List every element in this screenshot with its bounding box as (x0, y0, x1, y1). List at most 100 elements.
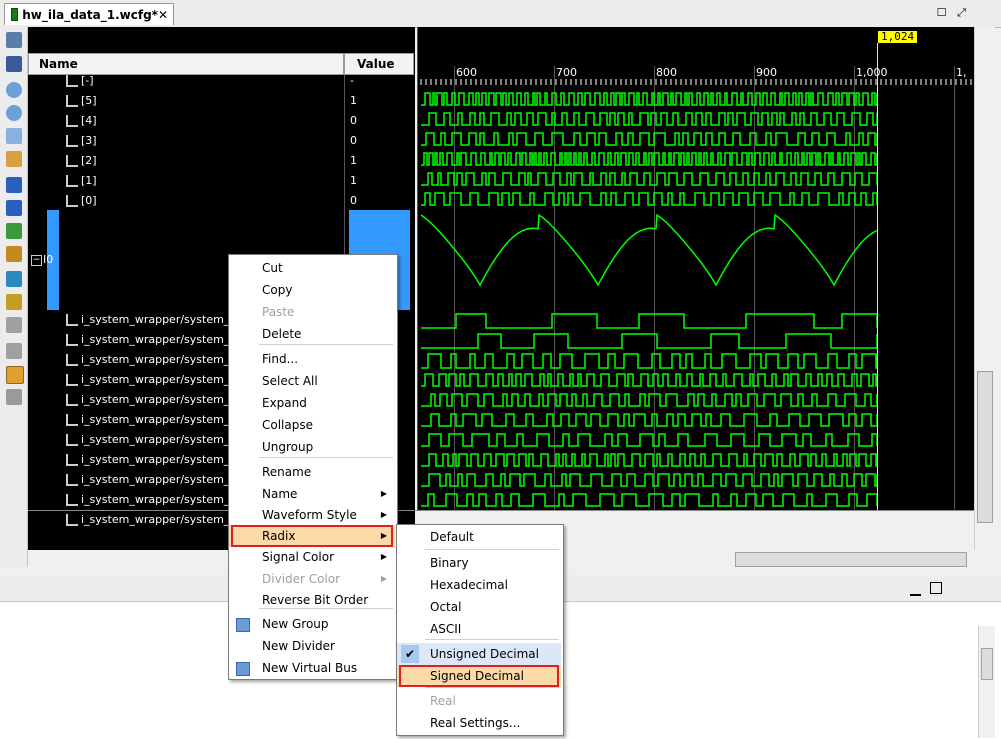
float-ruler-icon[interactable] (6, 389, 22, 405)
probe-signal-row[interactable]: i_system_wrapper/system_i/ila (66, 491, 249, 509)
restore-icon[interactable]: ☐ (935, 6, 948, 19)
bus-bit-row[interactable]: [3] (66, 132, 97, 150)
group-collapse-toggle[interactable]: − (31, 255, 42, 266)
next-transition-icon[interactable] (6, 246, 22, 262)
virtual-bus-icon (236, 662, 250, 676)
submenu-arrow-icon: ▶ (380, 574, 387, 583)
context-menu: Cut Copy Paste Delete Find... Select All Expan… (228, 254, 398, 680)
bus-bit-label: [5] (81, 94, 97, 107)
menu-item-expand[interactable]: Expand (229, 392, 395, 414)
menu-item-new-divider[interactable]: New Divider (229, 635, 395, 657)
zoom-fit-icon[interactable] (6, 128, 22, 144)
bus-bit-value: - (350, 74, 354, 87)
import-icon[interactable] (6, 32, 22, 48)
radix-highlight-box (231, 525, 393, 547)
probe-signal-row[interactable]: i_system_wrapper/system_i/ila (66, 331, 249, 349)
menu-item-collapse[interactable]: Collapse (229, 414, 395, 436)
go-last-icon[interactable] (6, 200, 22, 216)
probe-signal-row[interactable]: i_system_wrapper/system_i/ila (66, 511, 249, 529)
digital-trace (421, 413, 878, 427)
bus-bit-row[interactable]: [4] (66, 112, 97, 130)
probe-signal-row[interactable]: i_system_wrapper/system_i/ila (66, 391, 249, 409)
bus-bit-row[interactable]: [2] (66, 152, 97, 170)
probe-signal-label: i_system_wrapper/system_i/ila (81, 493, 249, 506)
menu-separator (425, 687, 559, 688)
zoom-out-icon[interactable] (6, 105, 22, 121)
horizontal-scroll-thumb[interactable] (735, 552, 967, 567)
waveform-vertical-scrollbar[interactable] (974, 27, 995, 550)
lower-vertical-scrollbar[interactable] (978, 626, 995, 738)
probe-signal-row[interactable]: i_system_wrapper/system_i/ila (66, 311, 249, 329)
vertical-scroll-thumb[interactable] (977, 371, 993, 523)
save-icon[interactable] (6, 56, 22, 72)
probe-signal-row[interactable]: i_system_wrapper/system_i/ila (66, 371, 249, 389)
lower-restore-icon[interactable] (930, 582, 942, 594)
menu-item-new-group[interactable]: New Group (229, 613, 395, 635)
waveform-file-icon (11, 8, 19, 21)
digital-trace (421, 192, 878, 206)
probe-signal-row[interactable]: i_system_wrapper/system_i/ila (66, 471, 249, 489)
add-marker-icon[interactable] (6, 271, 22, 287)
radix-item-unsigned-decimal[interactable]: Unsigned Decimal ✔ (397, 643, 561, 665)
probe-signal-row[interactable]: i_system_wrapper/system_i/ila (66, 431, 249, 449)
tab-close-icon[interactable]: ✕ (158, 8, 168, 22)
go-first-icon[interactable] (6, 177, 22, 193)
bus-bit-row[interactable]: [5] (66, 92, 97, 110)
radix-submenu: Default Binary Hexadecimal Octal ASCII Unsign… (396, 524, 564, 736)
value-column-header[interactable]: Value (344, 53, 414, 75)
zoom-cursor-icon[interactable] (6, 151, 22, 167)
menu-item-ungroup[interactable]: Ungroup (229, 436, 395, 458)
probe-signal-label: i_system_wrapper/system_i/ila (81, 313, 249, 326)
menu-item-label: Ungroup (262, 440, 314, 454)
bus-bit-label: [1] (81, 174, 97, 187)
bus-bit-row[interactable]: [0] (66, 192, 97, 210)
menu-item-copy[interactable]: Copy (229, 279, 395, 301)
snap-icon[interactable] (6, 366, 24, 384)
radix-item-binary[interactable]: Binary (397, 552, 561, 574)
swap-cursors-icon[interactable] (6, 343, 22, 359)
menu-item-label: Real (430, 694, 456, 708)
analog-group-label[interactable]: I0 (43, 253, 53, 266)
lower-scroll-thumb[interactable] (981, 648, 993, 680)
main-cursor[interactable] (877, 43, 878, 510)
menu-item-radix[interactable]: Radix ▶ (229, 525, 395, 547)
menu-item-new-virtual-bus[interactable]: New Virtual Bus (229, 657, 395, 679)
bit-signal-icon (66, 155, 78, 167)
bus-bit-row[interactable]: [1] (66, 172, 97, 190)
menu-item-find[interactable]: Find... (229, 348, 395, 370)
menu-item-delete[interactable]: Delete (229, 323, 395, 345)
zoom-in-icon[interactable] (6, 82, 22, 98)
probe-signal-row[interactable]: i_system_wrapper/system_i/ila (66, 411, 249, 429)
bus-bit-value: 1 (350, 154, 357, 167)
menu-item-cut[interactable]: Cut (229, 257, 395, 279)
tab-title: hw_ila_data_1.wcfg* (22, 7, 158, 22)
menu-item-select-all[interactable]: Select All (229, 370, 395, 392)
waveform-traces (420, 79, 972, 507)
radix-item-ascii[interactable]: ASCII (397, 618, 561, 640)
radix-item-real-settings[interactable]: Real Settings... (397, 712, 561, 734)
maximize-icon[interactable]: ⤢ (955, 6, 968, 19)
menu-item-reverse-bit-order[interactable]: Reverse Bit Order (229, 589, 395, 611)
probe-signal-icon (66, 354, 78, 366)
radix-item-default[interactable]: Default (397, 526, 561, 548)
menu-item-label: Reverse Bit Order (262, 593, 369, 607)
tab-waveform-config[interactable]: hw_ila_data_1.wcfg* ✕ (4, 3, 174, 25)
menu-item-label: New Group (262, 617, 329, 631)
radix-item-signed-decimal[interactable]: Signed Decimal (397, 665, 561, 687)
new-group-icon (236, 618, 250, 632)
prev-marker-icon[interactable] (6, 294, 22, 310)
probe-signal-row[interactable]: i_system_wrapper/system_i/ila (66, 451, 249, 469)
menu-item-signal-color[interactable]: Signal Color ▶ (229, 546, 395, 568)
bus-bit-row[interactable]: [-] (66, 72, 94, 90)
menu-item-name[interactable]: Name ▶ (229, 483, 395, 505)
minimize-icon[interactable] (910, 583, 921, 596)
next-marker-icon[interactable] (6, 317, 22, 333)
prev-transition-icon[interactable] (6, 223, 22, 239)
pane-menu-icon[interactable] (975, 6, 988, 19)
probe-signal-row[interactable]: i_system_wrapper/system_i/ila (66, 351, 249, 369)
menu-item-rename[interactable]: Rename (229, 461, 395, 483)
radix-item-hexadecimal[interactable]: Hexadecimal (397, 574, 561, 596)
menu-item-waveform-style[interactable]: Waveform Style ▶ (229, 504, 395, 526)
probe-signal-icon (66, 474, 78, 486)
radix-item-octal[interactable]: Octal (397, 596, 561, 618)
